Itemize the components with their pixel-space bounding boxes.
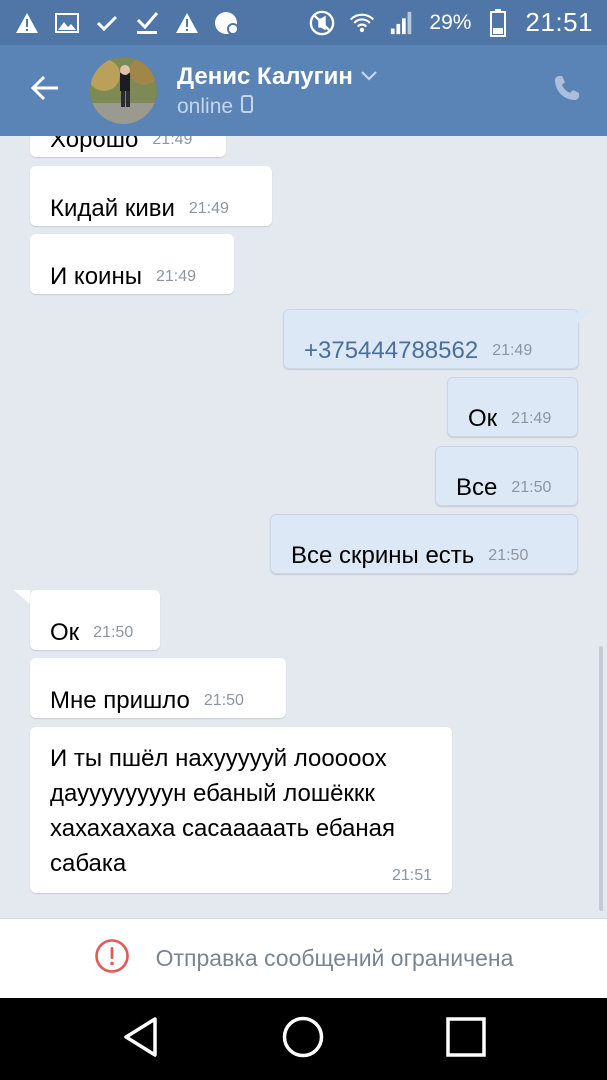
system-navigation-bar <box>0 998 607 1080</box>
triangle-back-icon <box>121 1016 161 1063</box>
download-done-icon <box>134 10 160 36</box>
avatar[interactable] <box>90 57 157 124</box>
message-incoming[interactable]: И ты пшёл нахуууууй лоооооx дауууууууун … <box>30 727 452 893</box>
contact-name: Денис Калугин <box>177 62 353 90</box>
message-text: Хорошо <box>50 136 139 153</box>
message-outgoing[interactable]: Все скрины есть 21:50 <box>270 514 578 574</box>
bubble-tail <box>14 590 30 604</box>
nav-home-button[interactable] <box>273 1009 333 1069</box>
phone-number-link[interactable]: +375444788562 <box>304 320 478 368</box>
back-arrow-icon <box>30 75 60 106</box>
message-time: 21:50 <box>488 547 529 564</box>
message-text: Ок <box>50 619 80 646</box>
message-text: Кидай киви <box>50 195 175 222</box>
message-incoming[interactable]: Ок 21:50 <box>30 590 160 650</box>
alert-icon <box>94 938 130 979</box>
messaging-restricted-banner: Отправка сообщений ограничена <box>0 918 607 998</box>
message-incoming[interactable]: И коины 21:49 <box>30 234 234 294</box>
app-notification-icon <box>214 10 240 36</box>
mute-icon <box>309 10 335 36</box>
message-time: 21:50 <box>203 692 244 709</box>
clock: 21:51 <box>525 7 593 37</box>
check-icon <box>94 10 120 36</box>
contact-info[interactable]: Денис Калугин online <box>177 63 377 119</box>
chat-header: Денис Калугин online <box>0 45 607 136</box>
warning-icon <box>174 10 200 36</box>
contact-status: online <box>177 94 234 118</box>
status-bar: 29% 21:51 <box>0 0 607 45</box>
message-incoming[interactable]: Мне пришло 21:50 <box>30 658 286 718</box>
message-time: 21:49 <box>492 342 533 359</box>
message-text: И коины <box>50 263 142 290</box>
message-time: 21:49 <box>152 136 193 148</box>
battery-percent: 29% <box>429 10 472 34</box>
message-time: 21:50 <box>93 624 134 641</box>
bubble-tail <box>578 309 594 323</box>
nav-back-button[interactable] <box>111 1009 171 1069</box>
message-time: 21:49 <box>155 268 196 285</box>
mobile-icon <box>241 95 254 118</box>
message-outgoing[interactable]: +375444788562 21:49 <box>283 309 579 369</box>
circle-home-icon <box>281 1015 325 1064</box>
message-text: Все скрины есть <box>291 542 475 569</box>
signal-icon <box>389 10 415 36</box>
chevron-down-icon <box>361 68 377 86</box>
battery-icon <box>485 8 511 37</box>
phone-icon <box>553 74 581 107</box>
message-incoming[interactable]: Кидай киви 21:49 <box>30 166 272 226</box>
restricted-message: Отправка сообщений ограничена <box>155 945 514 971</box>
message-outgoing[interactable]: Все 21:50 <box>435 446 578 506</box>
message-text: Все <box>456 474 498 501</box>
back-button[interactable] <box>0 45 90 136</box>
message-time: 21:50 <box>511 479 552 496</box>
message-time: 21:49 <box>188 200 229 217</box>
message-text: Мне пришло <box>50 687 190 714</box>
message-incoming[interactable]: Хорошо 21:49 <box>30 136 226 157</box>
scrollbar[interactable] <box>599 646 603 911</box>
message-outgoing[interactable]: Ок 21:49 <box>447 377 578 437</box>
message-list[interactable]: Хорошо 21:49 Кидай киви 21:49 И коины 21… <box>0 136 607 918</box>
message-text: Ок <box>468 405 498 432</box>
warning-icon <box>14 10 40 36</box>
message-time: 21:51 <box>391 867 432 884</box>
wifi-icon <box>349 10 375 36</box>
message-text: И ты пшёл нахуууууй лоооооx дауууууууун … <box>50 745 395 877</box>
message-time: 21:49 <box>511 410 552 427</box>
image-icon <box>54 10 80 36</box>
nav-recents-button[interactable] <box>436 1009 496 1069</box>
square-recents-icon <box>446 1016 486 1062</box>
call-button[interactable] <box>527 45 607 136</box>
